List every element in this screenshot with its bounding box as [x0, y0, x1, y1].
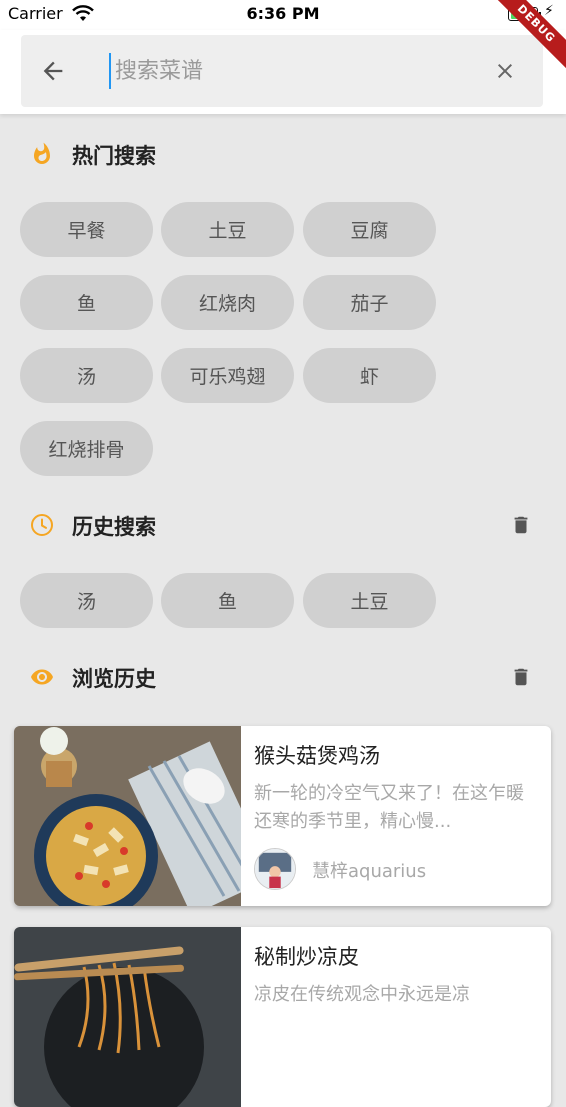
hot-chip[interactable]: 红烧排骨 — [20, 421, 153, 476]
recipe-title: 秘制炒凉皮 — [254, 945, 359, 969]
delete-history-icon[interactable] — [510, 513, 532, 537]
hot-chip[interactable]: 虾 — [303, 348, 436, 403]
recipe-title: 猴头菇煲鸡汤 — [254, 744, 380, 768]
recipe-image — [14, 927, 241, 1107]
hot-chip[interactable]: 茄子 — [303, 275, 436, 330]
search-header — [0, 30, 566, 114]
delete-browse-icon[interactable] — [510, 665, 532, 689]
hot-chip[interactable]: 红烧肉 — [161, 275, 294, 330]
history-chip[interactable]: 鱼 — [161, 573, 294, 628]
hot-chip[interactable]: 豆腐 — [303, 202, 436, 257]
recipe-description: 新一轮的冷空气又来了！在这乍暖还寒的季节里，精心慢... — [254, 783, 524, 832]
recipe-card[interactable]: 猴头菇煲鸡汤 新一轮的冷空气又来了！在这乍暖还寒的季节里，精心慢... 慧梓aq… — [14, 726, 551, 906]
hot-search-title: 热门搜索 — [72, 144, 156, 168]
search-bar — [21, 35, 543, 107]
clock-icon — [31, 514, 53, 536]
clock: 6:36 PM — [246, 4, 320, 23]
search-input[interactable] — [109, 53, 475, 89]
author-avatar — [254, 848, 296, 890]
hot-chip[interactable]: 鱼 — [20, 275, 153, 330]
history-search-header: 历史搜索 — [0, 505, 566, 545]
hot-chip[interactable]: 汤 — [20, 348, 153, 403]
recipe-image — [14, 726, 241, 906]
fire-icon — [34, 142, 50, 164]
eye-icon — [31, 669, 53, 685]
author-name: 慧梓aquarius — [312, 861, 427, 882]
history-search-title: 历史搜索 — [72, 515, 156, 539]
hot-chip[interactable]: 可乐鸡翅 — [161, 348, 294, 403]
history-chip[interactable]: 汤 — [20, 573, 153, 628]
back-arrow-icon[interactable] — [39, 57, 67, 85]
browse-history-title: 浏览历史 — [72, 667, 156, 691]
recipe-card[interactable]: 秘制炒凉皮 凉皮在传统观念中永远是凉 — [14, 927, 551, 1107]
browse-history-header: 浏览历史 — [0, 657, 566, 697]
status-bar: Carrier 6:36 PM ⚡ — [0, 0, 566, 30]
debug-banner: DEBUG — [496, 0, 566, 70]
hot-chip[interactable]: 土豆 — [161, 202, 294, 257]
hot-search-header: 热门搜索 — [0, 134, 566, 174]
hot-chip[interactable]: 早餐 — [20, 202, 153, 257]
history-chip[interactable]: 土豆 — [303, 573, 436, 628]
recipe-description: 凉皮在传统观念中永远是凉 — [254, 984, 470, 1005]
